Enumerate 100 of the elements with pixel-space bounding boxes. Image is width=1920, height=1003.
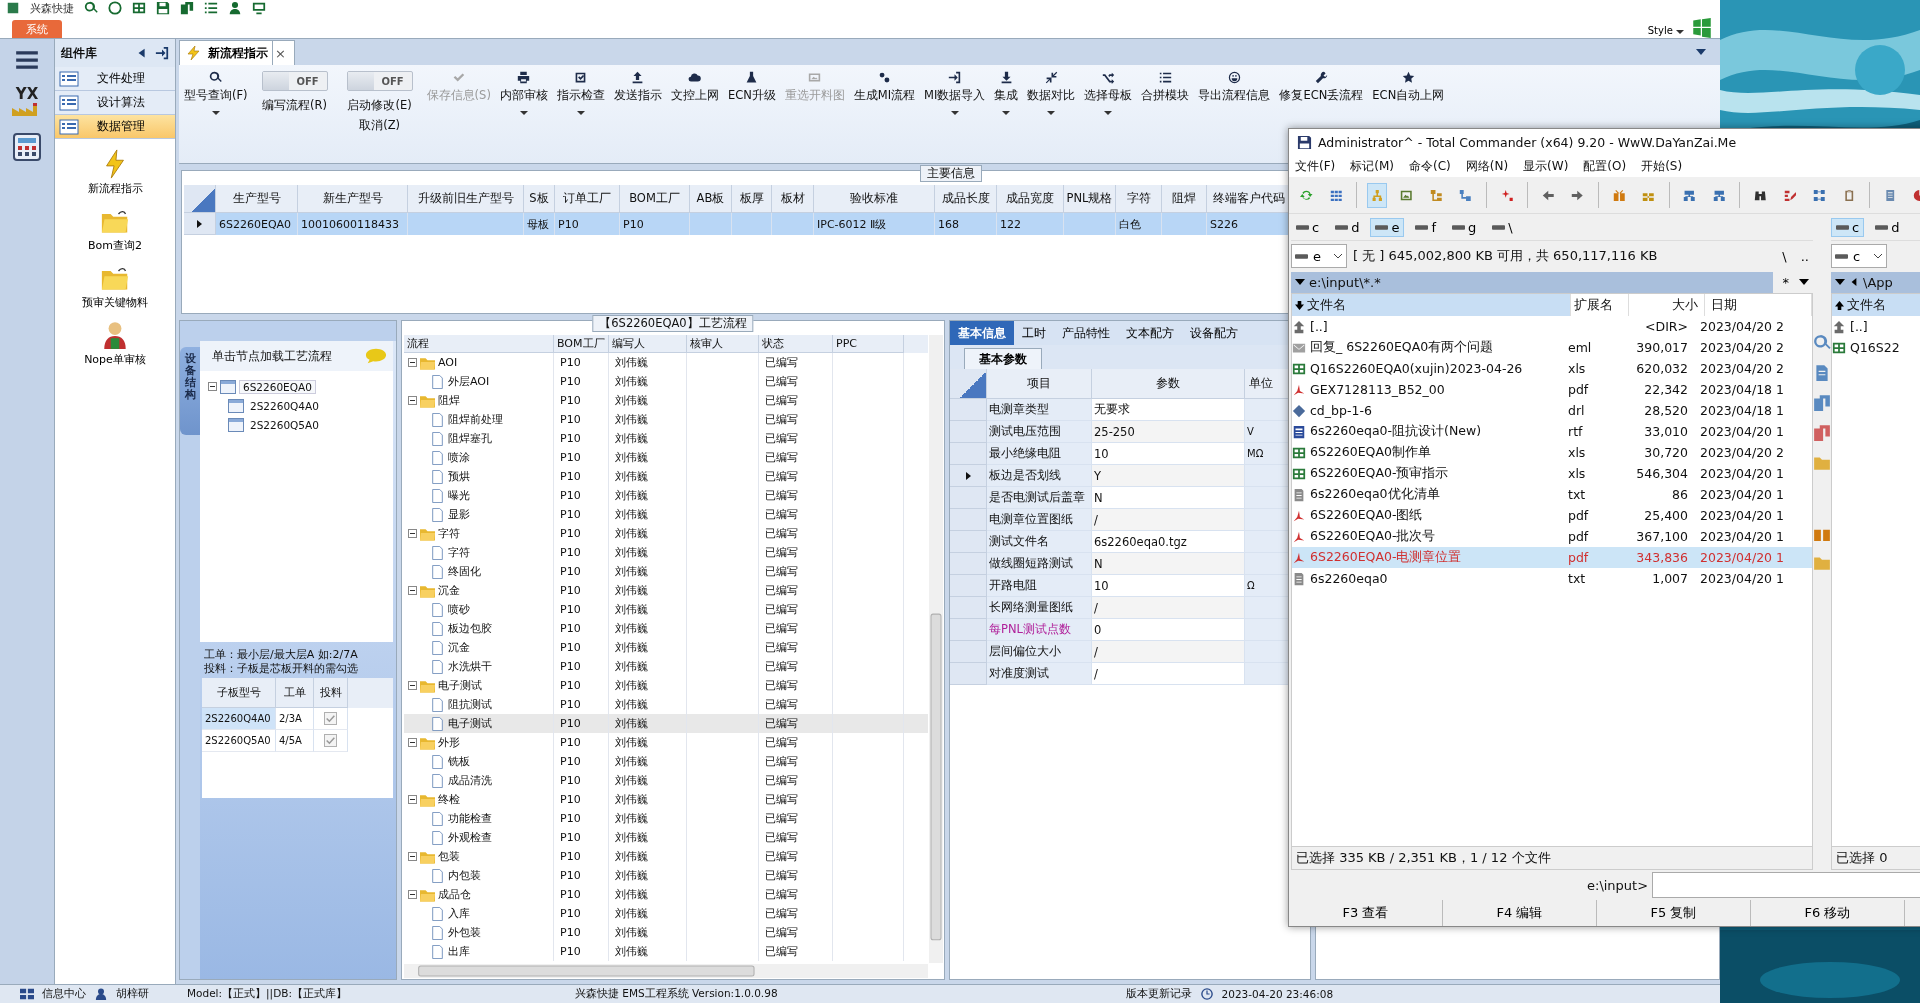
file-row[interactable]: 6S2260EQA0-预审指示 xls 546,304 2023/04/20 1 [1292, 463, 1812, 484]
tree-node[interactable]: 2S2260Q4A0 [247, 399, 322, 412]
launcher[interactable]: Nope单审核 [84, 320, 146, 367]
table-row[interactable]: 铣板 P10 刘伟巍 已编写 [404, 752, 928, 771]
table-row[interactable]: 预烘 P10 刘伟巍 已编写 [404, 467, 928, 486]
menu-item[interactable]: 开始(S) [1641, 157, 1683, 175]
person-icon[interactable] [228, 1, 242, 15]
toolbar-button[interactable]: 指示检查 [553, 69, 608, 105]
save-icon[interactable] [156, 1, 170, 15]
caret-icon[interactable] [211, 111, 220, 115]
copy-icon[interactable] [1813, 424, 1831, 442]
close-button[interactable]: × [273, 40, 295, 65]
document-tab[interactable]: 新流程指示 [179, 40, 273, 65]
table-row[interactable]: 沉金 P10 刘伟巍 已编写 [404, 581, 928, 600]
table-row[interactable]: 显影 P10 刘伟巍 已编写 [404, 505, 928, 524]
style-menu[interactable]: Style [1647, 25, 1684, 36]
globe-icon[interactable] [108, 1, 122, 15]
drive-button[interactable]: d [1870, 217, 1905, 237]
drive-dropdown[interactable]: e [1291, 244, 1347, 268]
table-row[interactable]: 外形 P10 刘伟巍 已编写 [404, 733, 928, 752]
filter-button[interactable]: * [1778, 274, 1793, 290]
tab[interactable]: 设备配方 [1182, 321, 1246, 345]
row-header[interactable] [950, 465, 987, 487]
column-header[interactable]: 投料 [314, 678, 348, 708]
caret-icon[interactable] [576, 111, 585, 115]
caret-icon[interactable] [1047, 111, 1056, 115]
menu-item[interactable]: 命令(C) [1409, 157, 1451, 175]
file-row[interactable]: Q16S2260EQA0(xujin)2023-04-26 xls 620,032 2023/04/20 2 [1292, 358, 1812, 379]
column-header[interactable]: 单位 [1249, 376, 1273, 391]
expander-icon[interactable] [408, 795, 417, 804]
table-row[interactable]: 终检 P10 刘伟巍 已编写 [404, 790, 928, 809]
column-header[interactable]: 日期 [1705, 294, 1812, 316]
toolbar-button[interactable]: 集成 [991, 69, 1022, 105]
expander-icon[interactable] [408, 890, 417, 899]
path-bar[interactable]: e:\input\*.* [1291, 271, 1773, 293]
table-row[interactable]: 板边包胶 P10 刘伟巍 已编写 [404, 619, 928, 638]
column-header[interactable]: 扩展名 [1571, 294, 1630, 316]
launcher[interactable]: Bom查询2 [88, 206, 142, 253]
table-row[interactable]: 字符 P10 刘伟巍 已编写 [404, 524, 928, 543]
dropdown-icon[interactable] [1799, 279, 1809, 285]
library-item[interactable]: 数据管理 [55, 115, 175, 139]
tree-node[interactable]: 2S2260Q5A0 [247, 418, 322, 431]
caret-icon[interactable] [950, 111, 959, 115]
menu-item[interactable]: 配置(O) [1583, 157, 1627, 175]
monitor-icon[interactable] [252, 1, 266, 15]
function-key-button[interactable]: F5 复制 [1597, 900, 1751, 926]
file-row[interactable]: 回复_ 6S2260EQA0有两个问题 eml 390,017 2023/04/20 2 [1292, 337, 1812, 358]
table-row[interactable]: 阻焊塞孔 P10 刘伟巍 已编写 [404, 429, 928, 448]
file-row[interactable]: 6S2260EQA0-电测章位置 pdf 343,836 2023/04/20 1 [1292, 547, 1812, 568]
expander-icon[interactable] [208, 382, 217, 391]
sub-tab[interactable]: 基本参数 [964, 348, 1042, 369]
list-icon[interactable] [204, 1, 218, 15]
search-icon[interactable] [1813, 334, 1831, 352]
table-row[interactable]: 终固化 P10 刘伟巍 已编写 [404, 562, 928, 581]
table-row[interactable]: 成品清洗 P10 刘伟巍 已编写 [404, 771, 928, 790]
tab[interactable]: 基本信息 [950, 321, 1014, 345]
table-row[interactable]: 入库 P10 刘伟巍 已编写 [404, 904, 928, 923]
library-item[interactable]: 设计算法 [55, 91, 175, 115]
caret-icon[interactable] [1002, 111, 1011, 115]
toolbar-button[interactable]: ECN升级 [724, 69, 779, 105]
expander-icon[interactable] [408, 738, 417, 747]
table-row[interactable]: 阻焊 P10 刘伟巍 已编写 [404, 391, 928, 410]
path-bar[interactable]: \App [1831, 271, 1920, 293]
root-button[interactable]: \ [1778, 248, 1791, 264]
toolbar-button[interactable]: 导出流程信息 [1195, 69, 1274, 105]
document-icon[interactable] [1813, 364, 1831, 382]
column-header[interactable]: 核审人 [687, 335, 759, 353]
drive-button[interactable]: c [1831, 217, 1865, 237]
launcher[interactable]: 新流程指示 [87, 149, 143, 196]
table-row[interactable]: 包装 P10 刘伟巍 已编写 [404, 847, 928, 866]
drive-button[interactable]: c [1291, 217, 1325, 237]
column-header[interactable]: 工单 [276, 678, 314, 708]
file-row[interactable]: cd_bp-1-6 drl 28,520 2023/04/18 1 [1292, 400, 1812, 421]
toolbar-button[interactable]: 发送指示 [610, 69, 665, 105]
toolbar-button[interactable]: 修复ECN丢流程 [1276, 69, 1367, 105]
file-row[interactable]: 6S2260EQA0-批次号 pdf 367,100 2023/04/20 1 [1292, 526, 1812, 547]
toolbar-button[interactable]: MI数据导入 [921, 69, 989, 105]
up-button[interactable]: .. [1796, 248, 1813, 264]
command-field[interactable] [1652, 872, 1920, 898]
drive-button[interactable]: e [1370, 217, 1405, 237]
column-header[interactable]: 文件名 [1292, 294, 1572, 316]
table-row[interactable]: 外包装 P10 刘伟巍 已编写 [404, 923, 928, 942]
function-key-button[interactable]: F4 编辑 [1443, 900, 1597, 926]
side-tab[interactable]: 设备结构 [180, 347, 200, 435]
table-row[interactable]: AOI P10 刘伟巍 已编写 [404, 353, 928, 372]
file-row[interactable]: 6s2260eqa0优化清单 txt 86 2023/04/20 1 [1292, 484, 1812, 505]
checkbox[interactable] [324, 712, 337, 725]
function-key-button[interactable]: F3 查看 [1289, 900, 1443, 926]
table-row[interactable]: 水洗烘干 P10 刘伟巍 已编写 [404, 657, 928, 676]
toolbar-button[interactable]: 数据对比 [1024, 69, 1079, 105]
expander-icon[interactable] [408, 852, 417, 861]
column-header[interactable]: PPC [833, 335, 904, 353]
function-key-button[interactable]: F6 移动 [1751, 900, 1905, 926]
changelog-link[interactable]: 版本更新记录 [1125, 987, 1192, 1001]
caret-icon[interactable] [1104, 111, 1113, 115]
tree-node[interactable]: 6S2260EQA0 [239, 379, 316, 394]
file-row[interactable]: Q16S22 [1832, 337, 1920, 358]
launcher[interactable]: 预审关键物料 [82, 263, 148, 310]
file-row[interactable]: GEX7128113_B52_00 pdf 22,342 2023/04/18 1 [1292, 379, 1812, 400]
grid-icon[interactable] [132, 1, 146, 15]
